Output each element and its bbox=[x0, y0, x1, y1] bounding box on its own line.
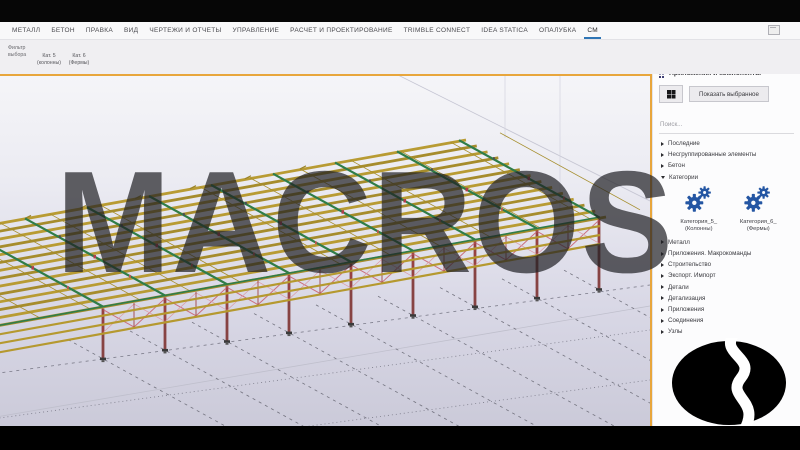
tile-detail: (Колонны) bbox=[684, 226, 713, 233]
tree-item-label: Строительство bbox=[668, 261, 712, 269]
thumbnail-view-button[interactable] bbox=[659, 85, 683, 103]
filter-detail: (Фермы) bbox=[68, 60, 90, 67]
grid-view-icon bbox=[667, 90, 675, 98]
tile-name: Категория_6_ bbox=[739, 218, 777, 225]
tree-item-label: Бетон bbox=[668, 162, 685, 170]
triangle-right-icon bbox=[661, 329, 664, 334]
triangle-right-icon bbox=[661, 273, 664, 278]
window-icon[interactable] bbox=[768, 25, 780, 35]
tree-item-label: Детализация bbox=[668, 294, 706, 302]
tab-pravka[interactable]: ПРАВКА bbox=[86, 22, 113, 39]
category-tree: Последние Несгруппированные элементы Бет… bbox=[653, 134, 800, 338]
tab-opalubka[interactable]: ОПАЛУБКА bbox=[539, 22, 576, 39]
triangle-down-icon bbox=[661, 175, 665, 179]
tile-detail: (Фермы) bbox=[746, 226, 770, 233]
triangle-right-icon bbox=[661, 251, 664, 256]
filter-name: Кат. 6 bbox=[72, 53, 86, 59]
tree-item-label: Металл bbox=[668, 238, 690, 246]
tab-chertezhi[interactable]: ЧЕРТЕЖИ И ОТЧЕТЫ bbox=[149, 22, 221, 39]
tree-item-applications[interactable]: Приложения bbox=[653, 304, 800, 315]
triangle-right-icon bbox=[661, 318, 664, 323]
tree-item-label: Последние bbox=[668, 140, 700, 148]
tree-item-ungrouped[interactable]: Несгруппированные элементы bbox=[653, 149, 800, 160]
tree-item-label: Приложения bbox=[668, 306, 705, 314]
tab-vid[interactable]: ВИД bbox=[124, 22, 138, 39]
tree-item-label: Приложения. Макрокоманды bbox=[668, 250, 752, 258]
tree-item-label: Категории bbox=[669, 173, 699, 181]
view-border-top bbox=[0, 74, 652, 76]
filter-category-5-button[interactable]: Кат. 5 (колонны) bbox=[33, 53, 65, 67]
tree-item-label: Несгруппированные элементы bbox=[668, 151, 757, 159]
triangle-right-icon bbox=[661, 307, 664, 312]
tree-item-construction[interactable]: Строительство bbox=[653, 259, 800, 270]
category-tiles: Категория_5_ (Колонны) Категория_6_ (Фер… bbox=[653, 183, 800, 237]
tab-raschet[interactable]: РАСЧЕТ И ПРОЕКТИРОВАНИЕ bbox=[290, 22, 392, 39]
triangle-right-icon bbox=[661, 152, 664, 157]
tree-item-connections[interactable]: Соединения bbox=[653, 315, 800, 326]
triangle-right-icon bbox=[661, 240, 664, 245]
triangle-right-icon bbox=[661, 285, 664, 290]
search-input[interactable] bbox=[659, 120, 796, 129]
tree-item-detailing[interactable]: Детализация bbox=[653, 293, 800, 304]
tree-item-concrete[interactable]: Бетон bbox=[653, 160, 800, 171]
tab-trimble-connect[interactable]: TRIMBLE CONNECT bbox=[404, 22, 471, 39]
selection-filter-label: Фильтр выбора bbox=[8, 45, 27, 59]
triangle-right-icon bbox=[661, 141, 664, 146]
tab-metall[interactable]: МЕТАЛЛ bbox=[12, 22, 40, 39]
triangle-right-icon bbox=[661, 262, 664, 267]
tab-idea-statica[interactable]: IDEA STATICA bbox=[481, 22, 528, 39]
tile-category-5-columns[interactable]: Категория_5_ (Колонны) bbox=[669, 186, 729, 234]
tree-item-joints[interactable]: Узлы bbox=[653, 326, 800, 337]
tab-beton[interactable]: БЕТОН bbox=[51, 22, 75, 39]
gears-icon bbox=[685, 186, 711, 212]
company-s-logo bbox=[672, 338, 786, 428]
tree-item-label: Узлы bbox=[668, 328, 683, 336]
triangle-right-icon bbox=[661, 163, 664, 168]
bottom-black-bar bbox=[0, 426, 800, 450]
tree-item-label: Детали bbox=[668, 283, 689, 291]
tile-category-6-trusses[interactable]: Категория_6_ (Фермы) bbox=[729, 186, 789, 234]
tab-upravlenie[interactable]: УПРАВЛЕНИЕ bbox=[233, 22, 280, 39]
applications-components-panel: Приложения и компоненты Показать выбранн… bbox=[652, 60, 800, 428]
triangle-right-icon bbox=[661, 296, 664, 301]
tree-item-label: Соединения bbox=[668, 317, 704, 325]
tree-item-parts[interactable]: Детали bbox=[653, 282, 800, 293]
filter-name: Кат. 5 bbox=[42, 53, 56, 59]
steel-frame-model bbox=[0, 76, 650, 426]
tree-item-steel[interactable]: Металл bbox=[653, 237, 800, 248]
selection-toolbar: Фильтр выбора Кат. 5 (колонны) Кат. 6 (Ф… bbox=[0, 40, 800, 74]
tree-item-label: Экспорт. Импорт bbox=[668, 272, 716, 280]
tile-name: Категория_5_ bbox=[680, 218, 718, 225]
tab-sm-active[interactable]: СМ bbox=[584, 22, 601, 39]
tree-item-categories-expanded[interactable]: Категории bbox=[653, 172, 800, 183]
show-selected-button[interactable]: Показать выбранное bbox=[689, 86, 769, 102]
gears-icon bbox=[744, 186, 771, 212]
model-3d-viewport[interactable] bbox=[0, 76, 650, 426]
filter-category-6-button[interactable]: Кат. 6 (Фермы) bbox=[63, 53, 95, 67]
view-border-right bbox=[650, 74, 652, 426]
tree-item-export-import[interactable]: Экспорт. Импорт bbox=[653, 270, 800, 281]
ribbon-menu: МЕТАЛЛ БЕТОН ПРАВКА ВИД ЧЕРТЕЖИ И ОТЧЕТЫ… bbox=[0, 22, 800, 40]
tree-item-recent[interactable]: Последние bbox=[653, 138, 800, 149]
window-title-bar bbox=[0, 0, 800, 22]
tree-item-macros[interactable]: Приложения. Макрокоманды bbox=[653, 248, 800, 259]
filter-detail: (колонны) bbox=[37, 60, 61, 67]
